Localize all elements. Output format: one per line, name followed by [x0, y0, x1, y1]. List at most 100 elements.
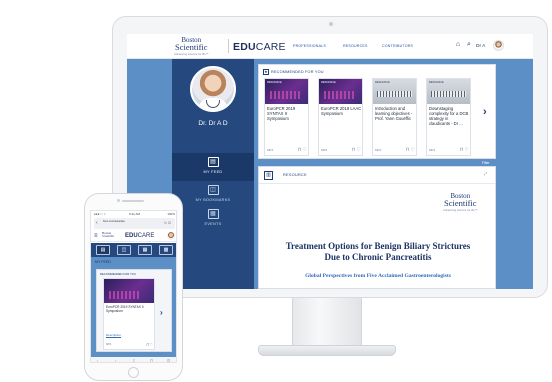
- devices-scene: Boston Scientific Advancing science for …: [0, 0, 552, 382]
- feed-icon[interactable]: ▤: [96, 245, 110, 255]
- desktop-screen: Boston Scientific Advancing science for …: [127, 34, 533, 289]
- webcam-dot: [329, 22, 333, 26]
- browser-address-bar[interactable]: ‹ bsci.com/educare ↻⊡: [94, 218, 175, 229]
- boston-scientific-logo[interactable]: Boston Scientific: [102, 231, 115, 239]
- card-footer: MP4 ⊓♡: [106, 342, 154, 347]
- mobile-phone: ●●●○○ ≈ 9:41 AM 100% ‹ bsci.com/educare …: [84, 193, 183, 381]
- sidebar-item-label: EVENTS: [204, 222, 222, 226]
- card-thumbnail: [104, 279, 154, 303]
- card-actions[interactable]: ⊓♡: [460, 147, 470, 153]
- avatar[interactable]: [167, 232, 175, 240]
- back-icon[interactable]: ‹: [97, 358, 98, 362]
- heart-icon[interactable]: ♡: [149, 342, 153, 347]
- site-header: Boston Scientific Advancing science for …: [127, 34, 533, 59]
- nav-professionals[interactable]: PROFESSIONALS: [293, 44, 326, 48]
- mobile-screen: ●●●○○ ≈ 9:41 AM 100% ‹ bsci.com/educare …: [90, 210, 177, 363]
- recommended-heading-text: RECOMMENDED FOR YOU: [271, 70, 324, 74]
- card-meta: MP4: [321, 148, 328, 152]
- card-title: Downstaging complexity for a DCB strateg…: [429, 106, 469, 126]
- expand-icon[interactable]: ⤢: [484, 171, 487, 176]
- resource-card[interactable]: RESOURCE Introduction and learning objec…: [372, 78, 417, 156]
- logo-divider: [228, 39, 229, 53]
- heart-icon[interactable]: ♡: [411, 147, 416, 153]
- document-icon: ▥: [264, 171, 273, 180]
- chevron-right-icon[interactable]: ›: [160, 308, 163, 317]
- monitor-base: [258, 345, 396, 356]
- calendar-icon: ▦: [207, 209, 219, 219]
- educare-logo-bold: EDU: [233, 41, 256, 53]
- card-tag: RESOURCE: [375, 81, 390, 84]
- sidebar-item-events[interactable]: ▦ EVENTS: [172, 205, 254, 233]
- card-title: Introduction and learning objectives - P…: [375, 106, 413, 121]
- card-footer: MP4 ⊓♡: [429, 147, 470, 154]
- bookmark-icon[interactable]: ◫: [117, 245, 131, 255]
- signal-indicator: ●●●○○ ≈: [94, 212, 106, 216]
- mobile-nav-tabs: ▤ ◫ ▦ ▩: [91, 243, 176, 257]
- card-actions[interactable]: ⊓♡: [406, 147, 416, 153]
- menu-icon[interactable]: ≡: [94, 233, 98, 239]
- calendar-icon[interactable]: ▦: [138, 245, 152, 255]
- heart-icon[interactable]: ♡: [303, 147, 308, 153]
- tabs-icon[interactable]: ⊡: [168, 221, 172, 225]
- resource-subtitle: Global Perspectives from Five Acclaimed …: [305, 273, 451, 279]
- brand-line-2: Scientific: [102, 234, 115, 239]
- resource-panel: ▥ RESOURCE ⤢ Boston Scientific Advancing…: [258, 166, 496, 289]
- card-thumbnail: RESOURCE: [265, 79, 308, 104]
- recommended-heading: ★ RECOMMENDED FOR YOU: [263, 69, 324, 76]
- home-button[interactable]: [128, 367, 139, 378]
- card-footer: MP4 ⊓♡: [267, 147, 308, 154]
- filter-link[interactable]: Filter: [482, 161, 490, 165]
- resource-card[interactable]: RESOURCE Downstaging complexity for a DC…: [426, 78, 471, 156]
- card-actions[interactable]: ⊓♡: [146, 342, 153, 347]
- educare-logo[interactable]: EDUCARE: [233, 41, 286, 53]
- forward-icon[interactable]: ›: [115, 358, 116, 362]
- status-bar: ●●●○○ ≈ 9:41 AM 100%: [91, 211, 176, 217]
- card-thumbnail: RESOURCE: [373, 79, 416, 104]
- card-footer: MP4 ⊓♡: [321, 147, 362, 154]
- search-icon[interactable]: ⌕: [465, 41, 473, 49]
- tabs-icon[interactable]: ⊡: [167, 358, 170, 362]
- heart-icon[interactable]: ♡: [465, 147, 470, 153]
- card-thumbnail: RESOURCE: [427, 79, 470, 104]
- share-icon[interactable]: ⇧: [132, 358, 135, 362]
- browser-toolbar: ‹ › ⇧ ⊓ ⊡: [91, 357, 176, 362]
- card-description-link[interactable]: Description: [106, 333, 121, 337]
- browser-tools[interactable]: ↻⊡: [164, 221, 172, 225]
- resource-brand-tagline: Advancing science for life™: [443, 207, 478, 212]
- phone-camera: [117, 199, 120, 202]
- resource-divider: [259, 183, 495, 184]
- card-thumbnail: RESOURCE: [319, 79, 362, 104]
- status-time: 9:41 AM: [129, 212, 141, 216]
- sidebar: Dr. Dr A D ▤ MY FEED ◫ MY BOOKMARKS ▦ EV…: [172, 59, 254, 289]
- chevron-right-icon[interactable]: ›: [483, 105, 493, 119]
- resource-card[interactable]: RESOURCE EuroPCR 2019 LAAC Symposium MP4…: [318, 78, 363, 156]
- monitor-stand: [292, 298, 362, 346]
- resource-card[interactable]: RESOURCE EuroPCR 2019 SYNTAX II Symposiu…: [264, 78, 309, 156]
- heart-icon[interactable]: ♡: [357, 147, 362, 153]
- mobile-header: ≡ Boston Scientific EDUCARE: [91, 230, 176, 242]
- card-actions[interactable]: ⊓♡: [298, 147, 308, 153]
- card-actions[interactable]: ⊓♡: [352, 147, 362, 153]
- avatar[interactable]: [493, 40, 504, 51]
- mobile-recommended-heading: RECOMMENDED FOR YOU: [100, 272, 136, 276]
- profile-photo: [190, 66, 236, 112]
- resource-title[interactable]: Treatment Options for Benign Biliary Str…: [279, 241, 477, 263]
- mobile-feed: MY FEED RECOMMENDED FOR YOU EuroPCR 2019…: [91, 257, 176, 362]
- brand-line-2: Scientific: [174, 42, 208, 52]
- educare-logo[interactable]: EDUCARE: [125, 233, 154, 239]
- resource-card[interactable]: EuroPCR 2019 SYNTAX II Symposium Descrip…: [103, 278, 155, 350]
- url-text[interactable]: bsci.com/educare: [103, 219, 125, 224]
- bookmarks-icon[interactable]: ⊓: [150, 358, 153, 362]
- nav-resources[interactable]: RESOURCES: [343, 44, 368, 48]
- feed-icon: ▤: [207, 157, 219, 167]
- feed-label: MY FEED: [95, 260, 111, 264]
- brand-tagline: Advancing science for life™: [174, 51, 209, 56]
- grid-icon[interactable]: ▩: [159, 245, 173, 255]
- home-icon[interactable]: ⌂: [454, 41, 462, 49]
- boston-scientific-logo[interactable]: Boston Scientific Advancing science for …: [174, 37, 209, 55]
- card-title: EuroPCR 2019 SYNTAX II Symposium: [106, 305, 144, 313]
- back-icon[interactable]: ‹: [96, 220, 98, 226]
- user-menu[interactable]: Dr A: [476, 44, 485, 49]
- sidebar-item-my-feed[interactable]: ▤ MY FEED: [172, 153, 254, 181]
- nav-contributors[interactable]: CONTRIBUTORS: [382, 44, 413, 48]
